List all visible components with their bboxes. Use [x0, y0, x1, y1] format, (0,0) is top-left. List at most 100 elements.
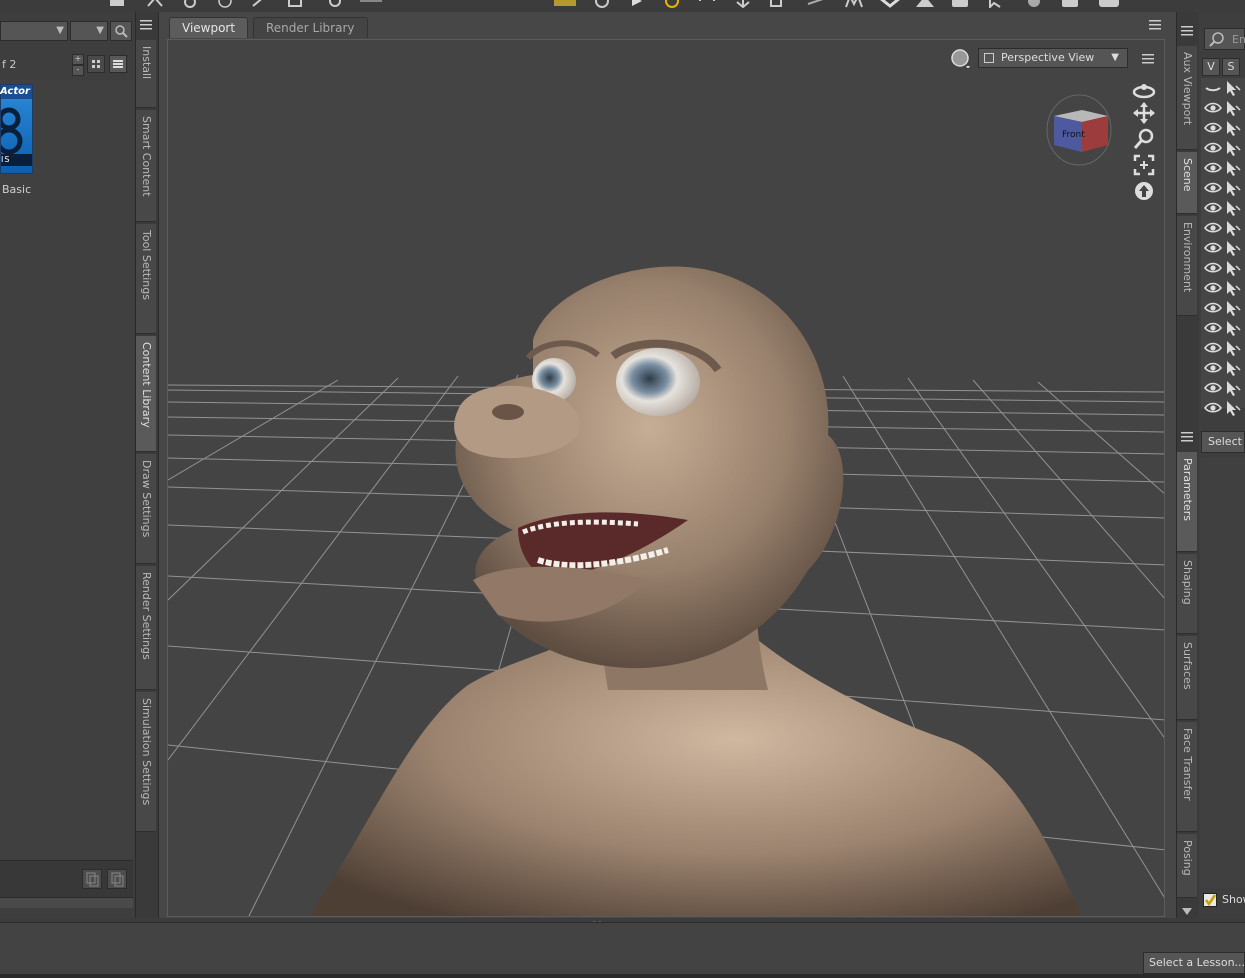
selection-column-header[interactable]: S — [1222, 58, 1240, 76]
select-pointer-icon[interactable] — [1223, 318, 1241, 338]
page-up-button[interactable]: + — [72, 54, 84, 65]
select-pointer-icon[interactable] — [1223, 238, 1241, 258]
save-icon[interactable] — [1060, 0, 1078, 8]
tab-render-library[interactable]: Render Library — [253, 17, 368, 38]
scene-node-row[interactable] — [1201, 158, 1245, 178]
page-down-button[interactable]: - — [72, 65, 84, 76]
morph-tool-icon[interactable] — [844, 0, 863, 8]
joint-editor-icon[interactable] — [146, 0, 164, 8]
eye-icon[interactable] — [1203, 118, 1223, 138]
tab-surfaces[interactable]: Surfaces — [1177, 636, 1197, 720]
weight-brush-icon[interactable] — [878, 0, 900, 8]
tab-simulation-settings[interactable]: Simulation Settings — [136, 692, 156, 832]
transform-tool-icon[interactable] — [768, 0, 786, 8]
render-settings-icon[interactable] — [554, 0, 576, 8]
scale-tool-icon[interactable] — [697, 0, 715, 8]
tab-render-settings[interactable]: Render Settings — [136, 566, 156, 690]
tab-smart-content[interactable]: Smart Content — [136, 110, 156, 222]
select-pointer-icon[interactable] — [1223, 378, 1241, 398]
tab-install[interactable]: Install — [136, 40, 156, 108]
tab-scene[interactable]: Scene — [1177, 152, 1197, 214]
geometry-editor-icon[interactable] — [216, 0, 234, 8]
select-lesson-dropdown[interactable]: Select a Lesson... — [1143, 952, 1245, 974]
eye-icon[interactable] — [1203, 138, 1223, 158]
view-mode-dropdown[interactable]: Perspective View ▼ — [978, 48, 1128, 68]
3d-viewport[interactable]: Perspective View ▼ Front — [167, 39, 1165, 917]
tab-viewport[interactable]: Viewport — [169, 17, 249, 38]
copy-button[interactable] — [82, 869, 102, 889]
scene-panel-menu-icon[interactable] — [1181, 24, 1195, 36]
scene-node-row[interactable] — [1201, 78, 1245, 98]
orbit-icon[interactable] — [1132, 78, 1156, 100]
scene-node-row[interactable] — [1201, 98, 1245, 118]
eye-icon[interactable] — [1203, 298, 1223, 318]
camera-tool-icon[interactable] — [108, 0, 126, 8]
search-button[interactable] — [110, 21, 132, 41]
scene-node-row[interactable] — [1201, 238, 1245, 258]
scroll-down-icon[interactable] — [1182, 908, 1192, 916]
eye-icon[interactable] — [1203, 158, 1223, 178]
scene-node-row[interactable] — [1201, 138, 1245, 158]
select-pointer-icon[interactable] — [1223, 178, 1241, 198]
tab-aux-viewport[interactable]: Aux Viewport — [1177, 46, 1197, 150]
select-pointer-icon[interactable] — [1223, 138, 1241, 158]
move-tool-icon[interactable] — [733, 0, 751, 8]
spot-render-icon[interactable] — [250, 0, 268, 8]
eye-icon[interactable] — [1203, 238, 1223, 258]
scene-node-row[interactable] — [1201, 218, 1245, 238]
render-icon[interactable] — [950, 0, 968, 8]
rotate-tool-icon[interactable] — [662, 0, 680, 8]
eye-icon[interactable] — [1203, 178, 1223, 198]
select-pointer-icon[interactable] — [1223, 98, 1241, 118]
select-pointer-icon[interactable] — [1223, 158, 1241, 178]
eye-icon[interactable] — [1203, 338, 1223, 358]
eye-icon[interactable] — [1203, 358, 1223, 378]
left-scrollbar[interactable] — [0, 897, 133, 908]
pointer-tool-icon[interactable] — [986, 0, 1004, 8]
zoom-icon[interactable] — [1132, 128, 1156, 150]
node-weight-icon[interactable] — [181, 0, 199, 8]
scene-node-row[interactable] — [1201, 298, 1245, 318]
sphere-tool-icon[interactable] — [1024, 0, 1042, 8]
panel-menu-icon[interactable] — [140, 18, 154, 30]
visibility-column-header[interactable]: V — [1202, 58, 1220, 76]
eye-closed-icon[interactable] — [1203, 78, 1223, 98]
icon-view-button[interactable] — [87, 55, 105, 73]
select-pointer-icon[interactable] — [1223, 398, 1241, 418]
select-pointer-icon[interactable] — [1223, 278, 1241, 298]
surface-selection-icon[interactable] — [286, 0, 304, 8]
tab-content-library[interactable]: Content Library — [136, 336, 156, 452]
scene-node-row[interactable] — [1201, 278, 1245, 298]
region-navigator-icon[interactable] — [326, 0, 344, 8]
camera-icon[interactable] — [1098, 0, 1119, 8]
viewport-menu-icon[interactable] — [1149, 18, 1163, 30]
eye-icon[interactable] — [1203, 198, 1223, 218]
scene-node-row[interactable] — [1201, 178, 1245, 198]
tab-face-transfer[interactable]: Face Transfer — [1177, 722, 1197, 832]
tab-draw-settings[interactable]: Draw Settings — [136, 454, 156, 564]
select-pointer-icon[interactable] — [1223, 78, 1241, 98]
draw-style-icon[interactable] — [950, 48, 970, 68]
list-view-button[interactable] — [109, 55, 127, 73]
tab-parameters[interactable]: Parameters — [1177, 452, 1197, 552]
eye-icon[interactable] — [1203, 218, 1223, 238]
eye-icon[interactable] — [1203, 98, 1223, 118]
category-dropdown[interactable]: ▼ — [0, 21, 68, 41]
scene-node-row[interactable] — [1201, 398, 1245, 418]
tab-shaping[interactable]: Shaping — [1177, 554, 1197, 634]
eye-icon[interactable] — [1203, 258, 1223, 278]
frame-icon[interactable] — [1132, 154, 1156, 176]
eye-icon[interactable] — [1203, 318, 1223, 338]
tab-environment[interactable]: Environment — [1177, 216, 1197, 316]
pan-icon[interactable] — [1132, 102, 1156, 124]
select-pointer-icon[interactable] — [1223, 298, 1241, 318]
viewport-options-icon[interactable] — [1142, 52, 1156, 64]
reset-view-icon[interactable] — [1132, 180, 1156, 202]
tab-tool-settings[interactable]: Tool Settings — [136, 224, 156, 334]
select-pointer-icon[interactable] — [1223, 338, 1241, 358]
translate-tool-icon[interactable] — [628, 0, 646, 8]
eye-icon[interactable] — [1203, 378, 1223, 398]
universal-tool-icon[interactable] — [592, 0, 610, 8]
parameters-panel-menu-icon[interactable] — [1181, 430, 1195, 442]
parameters-select-dropdown[interactable]: Select a — [1201, 431, 1245, 453]
